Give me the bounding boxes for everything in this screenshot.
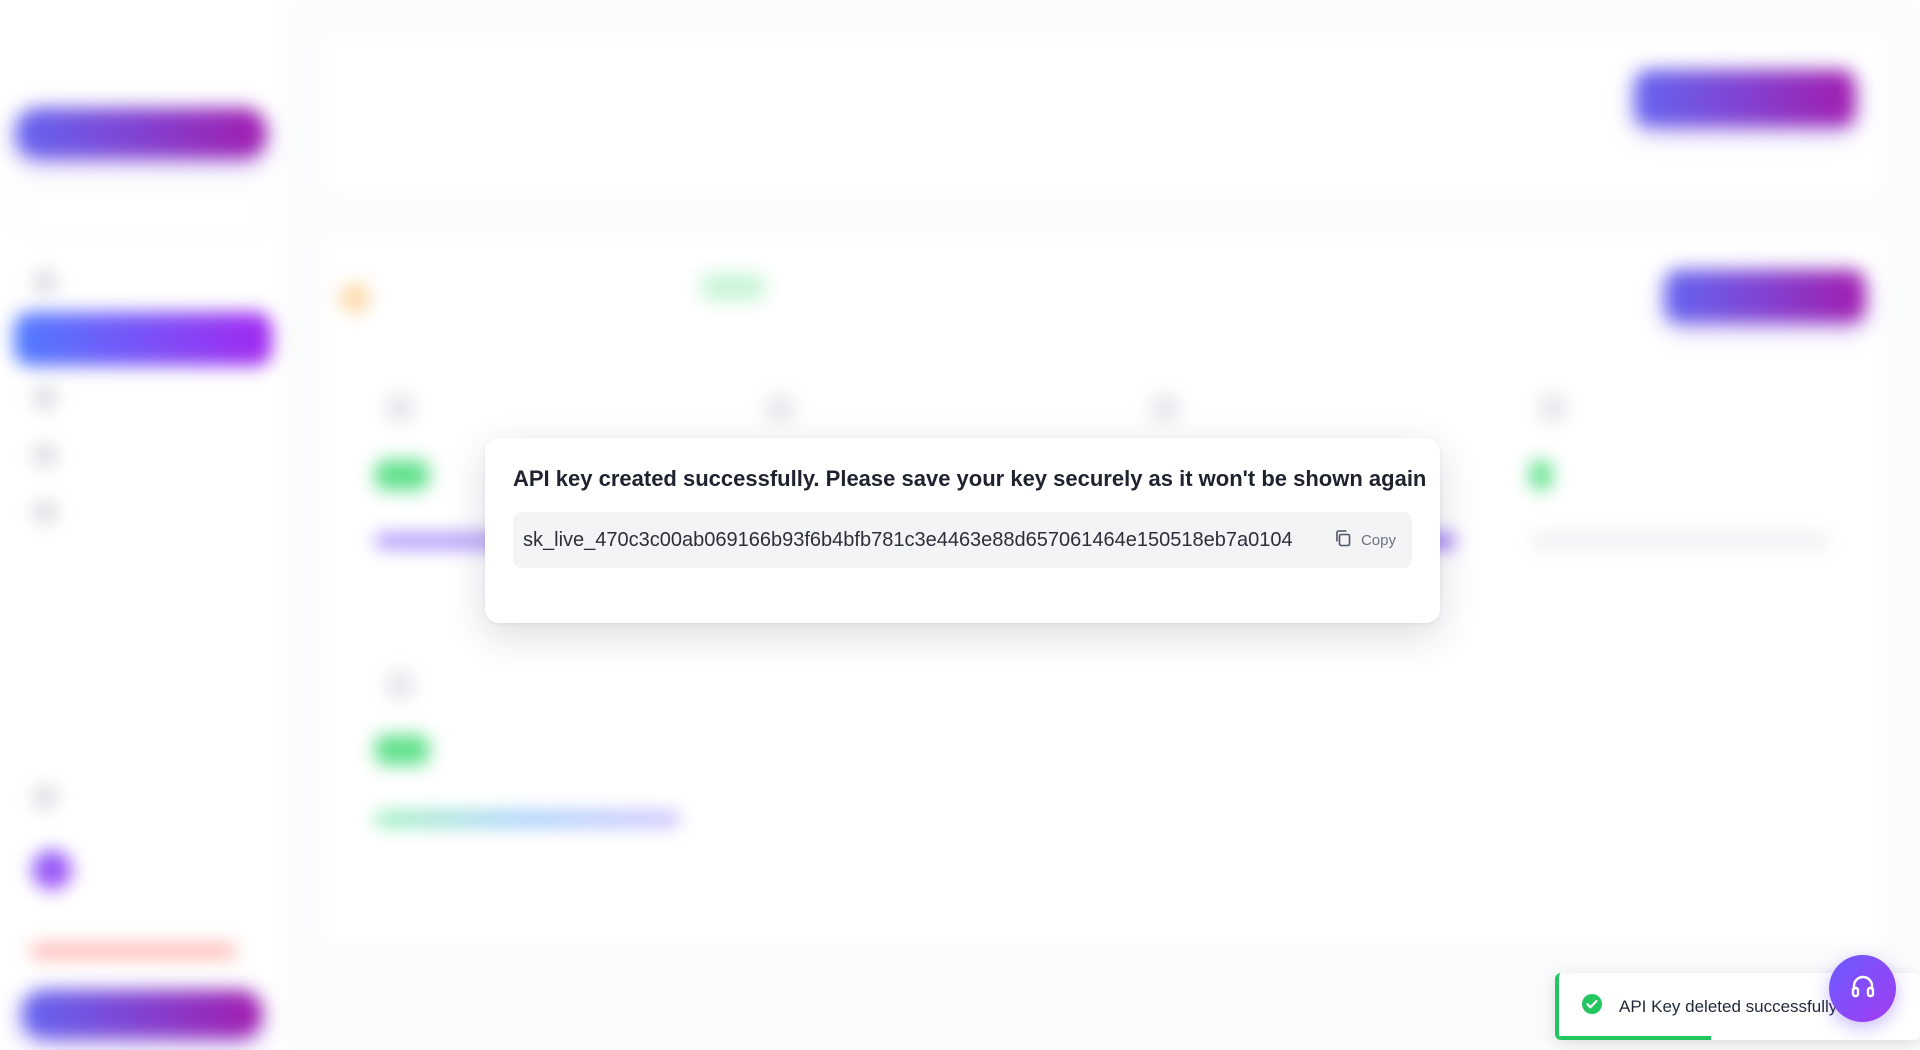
usage-item [1150, 393, 1180, 423]
usage-pill [1530, 460, 1552, 490]
usage-item [385, 670, 415, 700]
sidebar-item [34, 384, 254, 412]
sidebar-primary-button [16, 108, 266, 158]
toast-progress-bar [1559, 1036, 1711, 1040]
api-key-value[interactable]: sk_live_470c3c00ab069166b93f6b4bfb781c3e… [523, 529, 1327, 552]
headphones-icon [1848, 971, 1878, 1006]
usage-item [765, 393, 795, 423]
sidebar-item [34, 268, 254, 296]
copy-icon [1333, 528, 1353, 552]
support-button[interactable] [1829, 955, 1896, 1022]
copy-label: Copy [1360, 531, 1396, 549]
warning-line [30, 944, 236, 958]
sidebar [0, 0, 290, 1050]
usage-bar [375, 812, 680, 826]
avatar [32, 850, 72, 890]
toast-message: API Key deleted successfully [1619, 996, 1838, 1016]
sidebar-item-active [14, 312, 272, 366]
sidebar-item [34, 498, 254, 526]
check-circle-icon [1581, 993, 1603, 1020]
plan-badge [700, 273, 766, 301]
api-key-modal: API key created successfully. Please sav… [485, 438, 1440, 623]
api-key-box[interactable]: sk_live_470c3c00ab069166b93f6b4bfb781c3e… [513, 512, 1412, 569]
copy-button[interactable]: Copy [1327, 522, 1402, 558]
usage-pill [375, 735, 429, 765]
plan-action-button [1665, 270, 1865, 322]
usage-bar [1530, 534, 1830, 548]
header-action-button [1635, 70, 1855, 126]
plan-icon [340, 283, 370, 313]
sidebar-bottom-button [22, 990, 262, 1038]
modal-message: API key created successfully. Please sav… [513, 466, 1427, 491]
usage-item [385, 393, 415, 423]
sidebar-item [34, 783, 254, 811]
usage-item [1538, 393, 1568, 423]
usage-pill [375, 460, 429, 490]
sidebar-item [34, 441, 254, 469]
sidebar-box [22, 185, 262, 237]
